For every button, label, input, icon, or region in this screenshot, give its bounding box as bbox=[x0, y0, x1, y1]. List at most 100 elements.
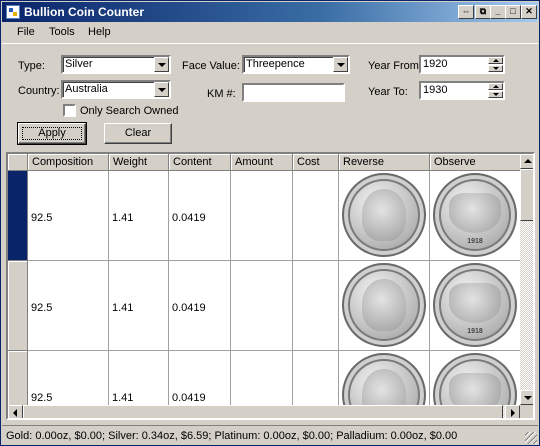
col-header-composition[interactable]: Composition bbox=[28, 154, 109, 171]
cell-content[interactable]: 0.0419 bbox=[169, 171, 231, 261]
apply-button[interactable]: Apply bbox=[17, 122, 87, 145]
chevron-down-icon[interactable] bbox=[154, 82, 169, 97]
col-header-cost[interactable]: Cost bbox=[293, 154, 339, 171]
row-header[interactable] bbox=[8, 351, 28, 405]
scroll-corner bbox=[520, 405, 533, 418]
horizontal-scrollbar[interactable] bbox=[8, 405, 520, 418]
face-value-combo[interactable]: Threepence bbox=[242, 55, 350, 74]
col-header-reverse[interactable]: Reverse bbox=[339, 154, 430, 171]
spin-down-icon[interactable] bbox=[488, 65, 503, 72]
coin-observe-image: 1918 bbox=[433, 173, 517, 257]
cell-weight-text: 1.41 bbox=[112, 302, 134, 314]
scroll-down-icon[interactable] bbox=[520, 390, 533, 405]
chevron-down-icon[interactable] bbox=[333, 57, 348, 72]
col-header-observe[interactable]: Observe bbox=[430, 154, 520, 171]
spin-down-icon[interactable] bbox=[488, 91, 503, 98]
spin-up-icon[interactable] bbox=[488, 57, 503, 64]
menu-tools[interactable]: Tools bbox=[49, 26, 75, 38]
restore-icon[interactable]: ⧉ bbox=[475, 5, 491, 19]
coin-observe-image: 1918 bbox=[433, 353, 517, 405]
grid-body: Composition Weight Content Amount Cost R… bbox=[8, 154, 520, 405]
face-value-value: Threepence bbox=[246, 58, 305, 70]
coin-year-text: 1918 bbox=[467, 238, 483, 245]
col-header-content[interactable]: Content bbox=[169, 154, 231, 171]
cell-reverse[interactable] bbox=[339, 351, 430, 405]
type-label: Type: bbox=[18, 60, 45, 72]
cell-cost[interactable] bbox=[293, 351, 339, 405]
cell-content[interactable]: 0.0419 bbox=[169, 351, 231, 405]
vertical-scroll-thumb[interactable] bbox=[520, 169, 533, 221]
country-value: Australia bbox=[65, 83, 108, 95]
menu-file[interactable]: File bbox=[17, 26, 35, 38]
title-bar[interactable]: Bullion Coin Counter ⇔ ⧉ _ □ ✕ bbox=[2, 2, 538, 22]
maximize-button[interactable]: □ bbox=[505, 5, 521, 19]
year-to-value: 1930 bbox=[423, 84, 448, 96]
type-value: Silver bbox=[65, 58, 93, 70]
coin-relief bbox=[449, 373, 501, 405]
menu-bar: File Tools Help bbox=[2, 22, 538, 42]
cell-content-text: 0.0419 bbox=[172, 212, 206, 224]
minimize-button[interactable]: _ bbox=[490, 5, 506, 19]
year-from-spinner[interactable]: 1920 bbox=[419, 55, 505, 74]
country-label: Country: bbox=[18, 85, 60, 97]
year-to-spinner[interactable]: 1930 bbox=[419, 81, 505, 100]
country-combo[interactable]: Australia bbox=[61, 80, 171, 99]
coin-relief bbox=[449, 283, 501, 323]
dock-icon[interactable]: ⇔ bbox=[458, 5, 474, 19]
coin-year-text: 1918 bbox=[467, 328, 483, 335]
scroll-left-icon[interactable] bbox=[8, 405, 23, 418]
coin-relief bbox=[362, 189, 406, 241]
km-input[interactable] bbox=[242, 83, 345, 102]
coin-reverse-image bbox=[342, 353, 426, 405]
cell-amount[interactable] bbox=[231, 171, 293, 261]
cell-reverse[interactable] bbox=[339, 261, 430, 351]
cell-cost[interactable] bbox=[293, 261, 339, 351]
horizontal-scroll-thumb[interactable] bbox=[23, 405, 503, 418]
only-owned-label[interactable]: Only Search Owned bbox=[80, 105, 178, 117]
window-title: Bullion Coin Counter bbox=[24, 5, 144, 19]
cell-amount[interactable] bbox=[231, 351, 293, 405]
cell-weight[interactable]: 1.41 bbox=[109, 171, 169, 261]
vertical-scrollbar[interactable] bbox=[520, 154, 533, 405]
year-to-label: Year To: bbox=[368, 86, 408, 98]
menu-help[interactable]: Help bbox=[88, 26, 111, 38]
cell-observe[interactable]: 1918 bbox=[430, 351, 520, 405]
cell-composition-text: 92.5 bbox=[31, 212, 53, 224]
cell-weight[interactable]: 1.41 bbox=[109, 261, 169, 351]
spin-up-icon[interactable] bbox=[488, 83, 503, 90]
scroll-right-icon[interactable] bbox=[505, 405, 520, 418]
cell-reverse[interactable] bbox=[339, 171, 430, 261]
year-from-value: 1920 bbox=[423, 58, 448, 70]
row-header[interactable] bbox=[8, 261, 28, 351]
km-label: KM #: bbox=[207, 88, 236, 100]
app-icon[interactable] bbox=[6, 5, 20, 19]
cell-weight-text: 1.41 bbox=[112, 212, 134, 224]
clear-button[interactable]: Clear bbox=[104, 123, 172, 144]
only-owned-checkbox[interactable] bbox=[63, 104, 76, 117]
cell-content[interactable]: 0.0419 bbox=[169, 261, 231, 351]
type-combo[interactable]: Silver bbox=[61, 55, 171, 74]
col-header-weight[interactable]: Weight bbox=[109, 154, 169, 171]
row-header[interactable] bbox=[8, 171, 28, 261]
clear-label: Clear bbox=[124, 127, 152, 139]
app-window: Bullion Coin Counter ⇔ ⧉ _ □ ✕ File Tool… bbox=[0, 0, 540, 446]
cell-composition[interactable]: 92.5 bbox=[28, 171, 109, 261]
cell-composition[interactable]: 92.5 bbox=[28, 351, 109, 405]
cell-observe[interactable]: 1918 bbox=[430, 171, 520, 261]
grid-corner-header bbox=[8, 154, 28, 171]
coin-grid[interactable]: Composition Weight Content Amount Cost R… bbox=[6, 152, 535, 420]
coin-relief bbox=[362, 369, 406, 405]
scroll-up-icon[interactable] bbox=[520, 154, 533, 169]
cell-weight[interactable]: 1.41 bbox=[109, 351, 169, 405]
chevron-down-icon[interactable] bbox=[154, 57, 169, 72]
cell-weight-text: 1.41 bbox=[112, 392, 134, 404]
cell-content-text: 0.0419 bbox=[172, 302, 206, 314]
cell-composition[interactable]: 92.5 bbox=[28, 261, 109, 351]
cell-amount[interactable] bbox=[231, 261, 293, 351]
coin-observe-image: 1918 bbox=[433, 263, 517, 347]
cell-observe[interactable]: 1918 bbox=[430, 261, 520, 351]
cell-cost[interactable] bbox=[293, 171, 339, 261]
resize-grip-icon[interactable] bbox=[525, 432, 537, 444]
col-header-amount[interactable]: Amount bbox=[231, 154, 293, 171]
close-button[interactable]: ✕ bbox=[521, 5, 537, 19]
